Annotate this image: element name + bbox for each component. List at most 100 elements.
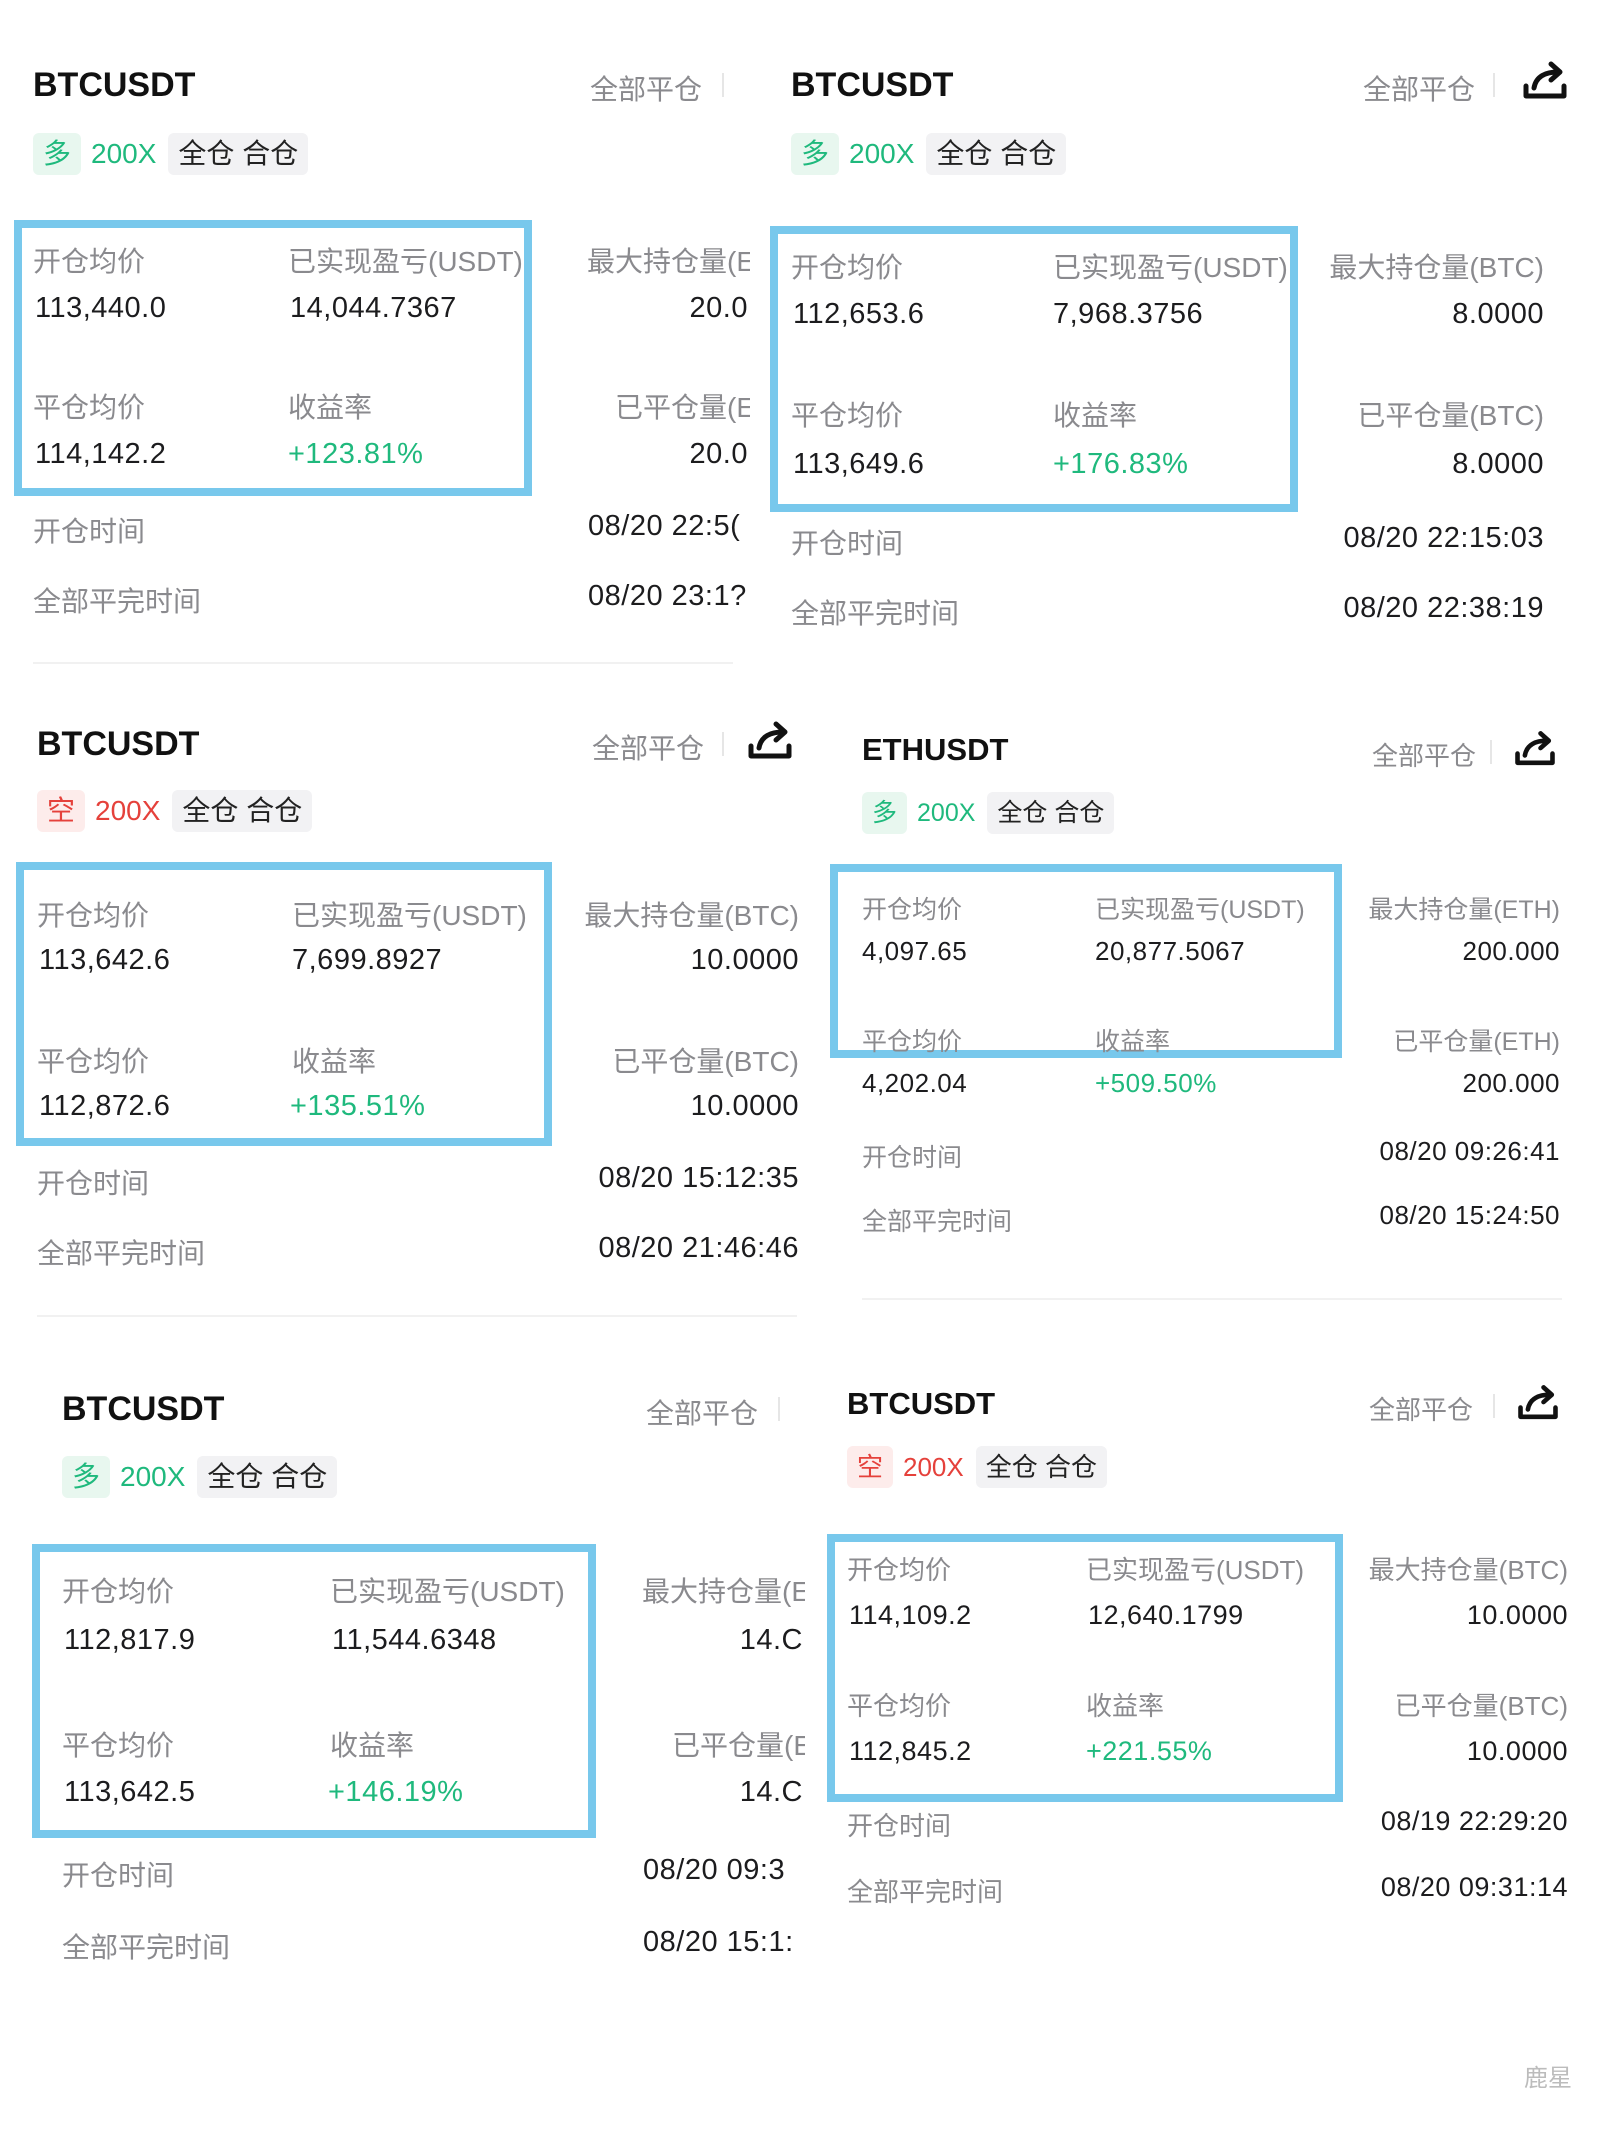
close-avg-value: 112,872.6 (39, 1090, 171, 1122)
direction-badge: 多 (791, 133, 840, 175)
open-avg-label: 开仓均价 (37, 900, 150, 931)
closed-position-label: 已平仓量(E (615, 392, 750, 423)
margin-mode-badge: 全仓 合仓 (168, 133, 309, 175)
closed-position-label: 已平仓量(ETH) (1393, 1028, 1560, 1056)
share-icon[interactable] (745, 716, 795, 766)
open-time-label: 开仓时间 (33, 516, 146, 547)
close-done-time-label: 全部平完时间 (847, 1877, 1004, 1907)
position-tags: 多 200X 全仓 合仓 (862, 792, 1115, 834)
direction-badge: 空 (847, 1446, 894, 1488)
realized-pnl-label: 已实现盈亏(USDT) (1095, 896, 1305, 924)
closed-position-value: 20.0 (689, 438, 748, 470)
close-done-time-value: 08/20 15:1: (643, 1926, 794, 1958)
close-all-button[interactable]: 全部平仓 (646, 1392, 758, 1432)
open-avg-value: 113,642.6 (39, 944, 171, 976)
roi-label: 收益率 (1095, 1028, 1171, 1056)
max-position-label: 最大持仓量(BTC) (584, 900, 799, 931)
share-icon[interactable] (1520, 56, 1570, 106)
symbol: BTCUSDT (37, 725, 200, 763)
position-tags: 多 200X 全仓 合仓 (791, 133, 1067, 175)
realized-pnl-value: 11,544.6348 (332, 1624, 497, 1656)
position-card: ETHUSDT 全部平仓 多 200X 全仓 合仓 开仓均价 4,097.65 … (820, 690, 1600, 1330)
roi-value: +135.51% (290, 1090, 426, 1122)
open-avg-label: 开仓均价 (33, 246, 146, 277)
open-time-label: 开仓时间 (791, 528, 904, 559)
direction-badge: 多 (862, 792, 908, 834)
position-card: BTCUSDT 全部平仓 空 200X 全仓 合仓 开仓均价 113,642.6… (0, 690, 820, 1330)
roi-value: +123.81% (288, 438, 424, 470)
close-avg-label: 平仓均价 (62, 1730, 175, 1761)
close-avg-label: 平仓均价 (862, 1028, 963, 1056)
close-all-button[interactable]: 全部平仓 (1363, 68, 1475, 108)
close-all-button[interactable]: 全部平仓 (592, 727, 704, 767)
close-all-button[interactable]: 全部平仓 (1369, 1390, 1473, 1427)
margin-mode-badge: 全仓 合仓 (987, 792, 1115, 834)
position-card: BTCUSDT 全部平仓 多 200X 全仓 合仓 开仓均价 112,653.6… (770, 0, 1600, 690)
divider (1493, 1394, 1495, 1418)
symbol: BTCUSDT (62, 1390, 225, 1428)
card-divider (33, 662, 733, 664)
position-card: BTCUSDT 全部平仓 多 200X 全仓 合仓 开仓均价 112,817.9… (0, 1330, 805, 2030)
roi-label: 收益率 (1086, 1691, 1165, 1721)
margin-mode-badge: 全仓 合仓 (197, 1456, 338, 1498)
closed-position-label: 已平仓量(E (672, 1730, 805, 1761)
closed-position-value: 8.0000 (1452, 448, 1544, 480)
open-time-label: 开仓时间 (862, 1144, 963, 1172)
divider (722, 732, 724, 756)
max-position-label: 最大持仓量(E (642, 1576, 805, 1607)
open-time-value: 08/20 22:5( (588, 510, 741, 542)
open-avg-value: 4,097.65 (862, 936, 968, 966)
close-avg-value: 114,142.2 (35, 438, 167, 470)
position-tags: 空 200X 全仓 合仓 (847, 1446, 1107, 1488)
realized-pnl-value: 7,968.3756 (1053, 298, 1204, 330)
closed-position-value: 10.0000 (1466, 1736, 1568, 1766)
max-position-label: 最大持仓量(E (587, 246, 750, 277)
closed-position-value: 200.000 (1462, 1068, 1560, 1098)
direction-badge: 多 (33, 133, 82, 175)
share-icon[interactable] (1512, 726, 1558, 772)
close-all-button[interactable]: 全部平仓 (1372, 736, 1476, 773)
position-card: BTCUSDT 全部平仓 空 200X 全仓 合仓 开仓均价 114,109.2… (805, 1330, 1600, 2030)
close-done-time-label: 全部平完时间 (37, 1238, 206, 1269)
leverage-badge: 200X (903, 1452, 964, 1482)
close-avg-label: 平仓均价 (37, 1046, 150, 1077)
closed-position-value: 10.0000 (690, 1090, 799, 1122)
close-avg-label: 平仓均价 (847, 1691, 952, 1721)
max-position-value: 10.0000 (1466, 1600, 1568, 1630)
open-time-value: 08/20 22:15:03 (1343, 522, 1544, 554)
leverage-badge: 200X (120, 1461, 186, 1492)
realized-pnl-value: 7,699.8927 (292, 944, 443, 976)
margin-mode-badge: 全仓 合仓 (172, 790, 313, 832)
realized-pnl-value: 20,877.5067 (1095, 936, 1246, 966)
roi-value: +509.50% (1095, 1068, 1217, 1098)
realized-pnl-label: 已实现盈亏(USDT) (288, 246, 523, 277)
close-done-time-label: 全部平完时间 (62, 1932, 231, 1963)
close-avg-value: 113,649.6 (793, 448, 925, 480)
roi-value: +221.55% (1086, 1736, 1213, 1766)
open-time-value: 08/20 09:3 (643, 1854, 786, 1886)
divider (1490, 740, 1492, 764)
open-avg-label: 开仓均价 (847, 1555, 952, 1585)
open-avg-label: 开仓均价 (791, 252, 904, 283)
close-avg-value: 112,845.2 (849, 1736, 972, 1766)
roi-label: 收益率 (292, 1046, 377, 1077)
watermark: 鹿星 (1524, 2065, 1572, 2092)
roi-label: 收益率 (330, 1730, 415, 1761)
divider (778, 1397, 780, 1421)
card-divider (37, 1315, 797, 1317)
margin-mode-badge: 全仓 合仓 (975, 1446, 1107, 1488)
card-divider (862, 1298, 1562, 1300)
direction-badge: 多 (62, 1456, 111, 1498)
direction-badge: 空 (37, 790, 86, 832)
close-avg-label: 平仓均价 (791, 400, 904, 431)
symbol: ETHUSDT (862, 732, 1009, 767)
open-avg-value: 112,653.6 (793, 298, 925, 330)
close-all-button[interactable]: 全部平仓 (590, 68, 702, 108)
realized-pnl-label: 已实现盈亏(USDT) (1086, 1555, 1305, 1585)
roi-label: 收益率 (288, 392, 373, 423)
leverage-badge: 200X (95, 795, 161, 826)
share-icon[interactable] (1515, 1380, 1561, 1426)
roi-label: 收益率 (1053, 400, 1138, 431)
divider (1493, 73, 1495, 97)
open-avg-value: 113,440.0 (35, 292, 167, 324)
